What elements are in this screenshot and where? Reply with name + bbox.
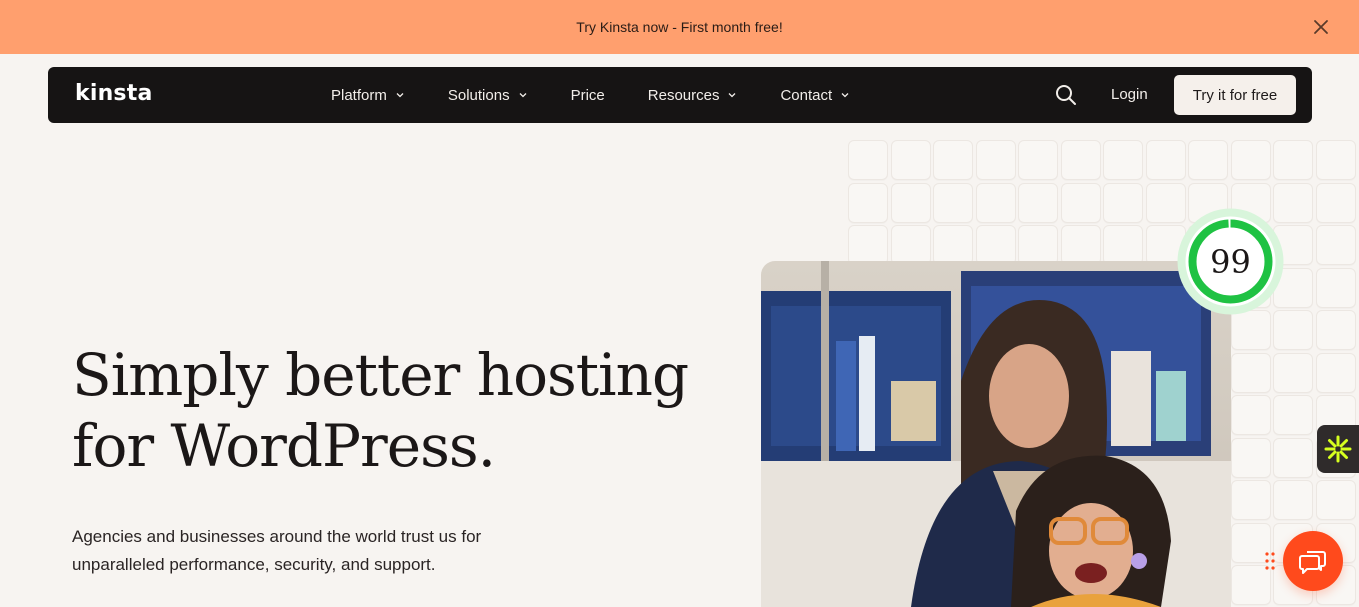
grid-tile: [848, 225, 888, 265]
chat-bubbles-icon[interactable]: [1283, 531, 1343, 591]
grid-tile: [1315, 140, 1356, 180]
nav-item-label: Solutions: [447, 86, 510, 104]
hero-title-line: for WordPress.: [72, 412, 496, 480]
grid-tile: [1273, 437, 1313, 478]
kinsta-logo[interactable]: kinsta: [75, 81, 153, 106]
chevron-down-icon: [840, 90, 850, 100]
hero-subtitle-line: Agencies and businesses around the world…: [72, 527, 482, 546]
grid-tile: [1018, 225, 1058, 265]
nav-item-label: Contact: [780, 86, 833, 104]
nav-item-platform[interactable]: Platform: [331, 87, 405, 104]
grid-tile: [933, 140, 973, 180]
chevron-down-icon: [727, 90, 737, 100]
performance-score-badge: 99: [1176, 207, 1285, 316]
login-link[interactable]: Login: [1111, 86, 1148, 103]
grid-tile: [933, 225, 973, 265]
grid-tile: [1315, 182, 1356, 223]
grid-tile: [1273, 480, 1313, 520]
grid-tile: [1060, 225, 1101, 265]
grid-tile: [1230, 395, 1271, 435]
grid-tile: [1230, 140, 1271, 180]
grid-tile: [1315, 480, 1356, 520]
score-value: 99: [1210, 242, 1251, 281]
grid-tile: [1273, 310, 1313, 350]
grid-tile: [1273, 140, 1313, 180]
promo-text[interactable]: Try Kinsta now - First month free!: [576, 19, 782, 35]
drag-handle-icon[interactable]: [1264, 551, 1276, 571]
main-nav: kinsta Platform Solutions Price Resource…: [48, 67, 1312, 123]
grid-tile: [890, 182, 931, 223]
grid-tile: [1018, 140, 1058, 180]
chevron-down-icon: [518, 90, 528, 100]
grid-tile: [1315, 310, 1356, 350]
nav-item-label: Price: [570, 86, 605, 104]
grid-tile: [975, 182, 1016, 223]
grid-tile: [933, 182, 973, 223]
search-icon[interactable]: [1054, 83, 1078, 107]
hero-title-line: Simply better hosting: [72, 341, 689, 409]
close-icon[interactable]: [1311, 17, 1331, 37]
grid-tile: [890, 140, 931, 180]
grid-tile: [1273, 352, 1313, 393]
nav-item-label: Platform: [331, 86, 387, 104]
grid-tile: [1060, 182, 1101, 223]
nav-item-label: Resources: [647, 86, 720, 104]
hero-photo: [761, 261, 1231, 607]
grid-tile: [1018, 182, 1058, 223]
grid-tile: [1315, 225, 1356, 265]
grid-tile: [1230, 310, 1271, 350]
nav-menu: Platform Solutions Price Resources Conta…: [331, 67, 893, 123]
chevron-down-icon: [395, 90, 405, 100]
grid-tile: [1273, 395, 1313, 435]
nav-item-solutions[interactable]: Solutions: [448, 87, 528, 104]
grid-tile: [848, 140, 888, 180]
hero-subtitle-line: unparalleled performance, security, and …: [72, 555, 436, 574]
try-for-free-button[interactable]: Try it for free: [1174, 75, 1296, 115]
grid-tile: [1103, 225, 1143, 265]
nav-item-price[interactable]: Price: [571, 87, 605, 104]
nav-item-resources[interactable]: Resources: [648, 87, 738, 104]
grid-tile: [848, 182, 888, 223]
grid-tile: [1103, 182, 1143, 223]
hero-title: Simply better hosting for WordPress.: [72, 340, 712, 482]
grid-tile: [1103, 140, 1143, 180]
nav-item-contact[interactable]: Contact: [780, 87, 850, 104]
grid-tile: [1188, 140, 1228, 180]
grid-tile: [1230, 480, 1271, 520]
grid-tile: [890, 225, 931, 265]
grid-tile: [1230, 565, 1271, 605]
promo-banner: Try Kinsta now - First month free!: [0, 0, 1359, 54]
grid-tile: [975, 225, 1016, 265]
grid-tile: [1230, 437, 1271, 478]
hero-subtitle: Agencies and businesses around the world…: [72, 523, 542, 579]
grid-tile: [1315, 352, 1356, 393]
grid-tile: [1060, 140, 1101, 180]
grid-tile: [1145, 140, 1186, 180]
grid-tile: [975, 140, 1016, 180]
grid-tile: [1230, 352, 1271, 393]
grid-tile: [1315, 267, 1356, 308]
asterisk-icon[interactable]: [1317, 425, 1359, 473]
